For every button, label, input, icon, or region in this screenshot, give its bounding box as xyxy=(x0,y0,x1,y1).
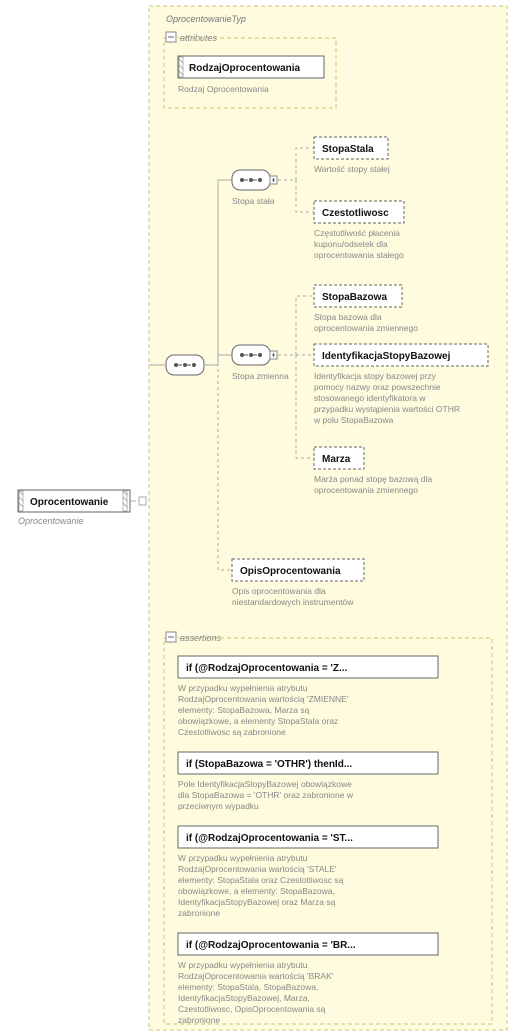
assertion-2-desc: obowiązkowe, a elementy: StopaBazowa, xyxy=(178,886,335,896)
leaf-opis-label: OpisOprocentowania xyxy=(240,566,341,577)
assertions-label: assertions xyxy=(180,633,222,643)
sequence-zmienna-label: Stopa zmienna xyxy=(232,371,289,381)
assertion-0-desc: Czestotliwosc są zabronione xyxy=(178,727,286,737)
attribute-label: RodzajOprocentowania xyxy=(189,63,301,74)
assertion-3-desc: Czestotliwosc, OpisOprocentowania są xyxy=(178,1004,326,1014)
leaf-stopastala-label: StopaStala xyxy=(322,144,374,155)
assertion-0-desc: RodzajOprocentowania wartością 'ZMIENNE' xyxy=(178,694,349,704)
leaf-stopastala-desc: Wartość stopy stałej xyxy=(314,164,390,174)
leaf-stopabazowa-label: StopaBazowa xyxy=(322,292,387,303)
assertion-1-head: if (StopaBazowa = 'OTHR') thenId... xyxy=(186,759,352,770)
assertion-3-desc: RodzajOprocentowania wartością 'BRAK' xyxy=(178,971,334,981)
attribute-desc: Rodzaj Oprocentowania xyxy=(178,84,269,94)
assertion-2-desc: IdentyfikacjaStopyBazowej oraz Marza są xyxy=(178,897,336,907)
assertion-2-desc: W przypadku wypełnienia atrybutu xyxy=(178,853,308,863)
leaf-ident-label: IdentyfikacjaStopyBazowej xyxy=(322,351,451,362)
assertion-0-desc: W przypadku wypełnienia atrybutu xyxy=(178,683,308,693)
assertion-3-desc: W przypadku wypełnienia atrybutu xyxy=(178,960,308,970)
assertion-2-desc: RodzajOprocentowania wartością 'STALE' xyxy=(178,864,337,874)
sequence-stala-label: Stopa stała xyxy=(232,196,275,206)
leaf-marza-label: Marza xyxy=(322,454,351,465)
assertion-3-desc: IdentyfikacjaStopyBazowej, Marza, xyxy=(178,993,310,1003)
leaf-czest-label: Czestotliwosc xyxy=(322,208,389,219)
assertion-3-desc: zabronione xyxy=(178,1015,220,1025)
assertion-0-head: if (@RodzajOprocentowania = 'Z... xyxy=(186,663,348,674)
assertion-1-desc: Pole IdentyfikacjaStopyBazowej obowiązko… xyxy=(178,779,352,789)
assertion-0-desc: obowiązkowe, a elementy StopaStala oraz xyxy=(178,716,338,726)
assertion-2-desc: elementy: StopaStala oraz Czestotliwosc … xyxy=(178,875,344,885)
sequence-main xyxy=(166,355,204,375)
schema-diagram: OprocentowanieTyp Oprocentowanie Oprocen… xyxy=(0,0,511,1033)
assertion-2-desc: zabronione xyxy=(178,908,220,918)
assertion-3-head: if (@RodzajOprocentowania = 'BR... xyxy=(186,940,356,951)
assertion-0-desc: elementy: StopaBazowa, Marza są xyxy=(178,705,310,715)
leaf-marza-desc: Marża ponad stopę bazową dlaoprocentowan… xyxy=(314,474,432,495)
type-label: OprocentowanieTyp xyxy=(166,14,246,24)
assertion-3-desc: elementy: StopaStala, StopaBazowa, xyxy=(178,982,318,992)
root-element-label: Oprocentowanie xyxy=(30,497,109,508)
assertion-1-desc: przeciwnym wypadku xyxy=(178,801,259,811)
assertion-2-head: if (@RodzajOprocentowania = 'ST... xyxy=(186,833,353,844)
root-element-desc: Oprocentowanie xyxy=(18,516,84,526)
attributes-label: attributes xyxy=(180,33,218,43)
assertion-1-desc: dla StopaBazowa = 'OTHR' oraz zabronione… xyxy=(178,790,354,800)
